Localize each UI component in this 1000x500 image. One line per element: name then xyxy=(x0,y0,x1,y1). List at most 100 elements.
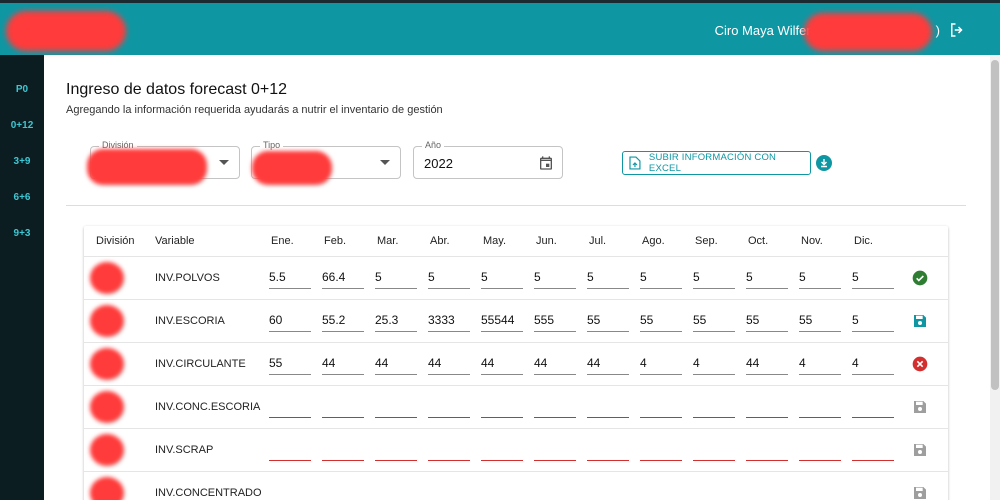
division-select[interactable]: División xyxy=(87,140,240,185)
month-input[interactable] xyxy=(428,439,470,461)
month-input[interactable]: 55 xyxy=(799,310,841,332)
month-input[interactable] xyxy=(852,396,894,418)
month-input[interactable]: 44 xyxy=(587,353,629,375)
month-input[interactable] xyxy=(799,439,841,461)
month-input[interactable]: 5 xyxy=(852,267,894,289)
header-month: Ago. xyxy=(642,235,665,247)
divider xyxy=(66,205,966,206)
division-redacted xyxy=(90,391,124,423)
month-input[interactable]: 4 xyxy=(693,353,735,375)
table-row: INV.SCRAP xyxy=(84,428,948,471)
month-input[interactable] xyxy=(481,439,523,461)
month-input[interactable]: 55 xyxy=(746,310,788,332)
division-redacted xyxy=(90,348,124,380)
month-input[interactable]: 44 xyxy=(375,353,417,375)
month-input[interactable] xyxy=(587,439,629,461)
month-input[interactable] xyxy=(587,482,629,500)
month-input[interactable]: 55 xyxy=(693,310,735,332)
sidebar-item-6-plus-6[interactable]: 6+6 xyxy=(0,180,44,216)
month-input[interactable]: 44 xyxy=(481,353,523,375)
month-input[interactable]: 66.4 xyxy=(322,267,364,289)
save-icon[interactable] xyxy=(912,313,928,329)
month-input[interactable] xyxy=(640,482,682,500)
month-input[interactable] xyxy=(534,396,576,418)
month-input[interactable]: 5 xyxy=(428,267,470,289)
upload-excel-button[interactable]: SUBIR INFORMACIÓN CON EXCEL xyxy=(622,151,811,175)
month-input[interactable] xyxy=(693,439,735,461)
month-input[interactable]: 5 xyxy=(852,310,894,332)
month-input[interactable] xyxy=(587,396,629,418)
month-input[interactable]: 4 xyxy=(640,353,682,375)
month-input[interactable] xyxy=(322,482,364,500)
month-input[interactable] xyxy=(799,482,841,500)
anio-field[interactable]: Año 2022 xyxy=(413,140,563,179)
month-input[interactable]: 5 xyxy=(746,267,788,289)
month-input[interactable] xyxy=(746,439,788,461)
save-disabled-icon xyxy=(912,485,928,500)
scrollbar-thumb[interactable] xyxy=(991,60,999,390)
month-input[interactable]: 5 xyxy=(587,267,629,289)
month-input[interactable]: 4 xyxy=(852,353,894,375)
month-input[interactable] xyxy=(375,439,417,461)
month-input[interactable] xyxy=(481,482,523,500)
anio-value: 2022 xyxy=(424,156,453,171)
month-input[interactable]: 25.3 xyxy=(375,310,417,332)
month-input[interactable]: 55 xyxy=(269,353,311,375)
month-input[interactable] xyxy=(269,439,311,461)
month-input[interactable] xyxy=(534,439,576,461)
month-input[interactable] xyxy=(534,482,576,500)
logout-icon[interactable] xyxy=(948,21,966,39)
month-input[interactable] xyxy=(746,482,788,500)
month-input[interactable]: 44 xyxy=(534,353,576,375)
sidebar-item-0-plus-12[interactable]: 0+12 xyxy=(0,108,44,144)
month-input[interactable] xyxy=(269,396,311,418)
month-input[interactable] xyxy=(322,439,364,461)
month-input[interactable] xyxy=(852,439,894,461)
month-input[interactable]: 55.2 xyxy=(322,310,364,332)
sidebar-item-9-plus-3[interactable]: 9+3 xyxy=(0,216,44,252)
month-input[interactable]: 55544 xyxy=(481,310,523,332)
header-month: May. xyxy=(483,235,507,247)
month-input[interactable]: 4 xyxy=(799,353,841,375)
month-input[interactable]: 555 xyxy=(534,310,576,332)
month-input[interactable]: 5 xyxy=(534,267,576,289)
month-input[interactable]: 55 xyxy=(587,310,629,332)
month-input[interactable] xyxy=(375,482,417,500)
header-month: Feb. xyxy=(324,235,347,247)
month-input[interactable] xyxy=(428,482,470,500)
month-input[interactable]: 44 xyxy=(746,353,788,375)
month-input[interactable]: 5 xyxy=(481,267,523,289)
variable-name: INV.SCRAP xyxy=(155,444,214,456)
tipo-select[interactable]: Tipo xyxy=(251,140,401,185)
month-input[interactable]: 55 xyxy=(640,310,682,332)
month-input[interactable] xyxy=(428,396,470,418)
month-input[interactable]: 44 xyxy=(322,353,364,375)
month-input[interactable] xyxy=(746,396,788,418)
month-input[interactable]: 60 xyxy=(269,310,311,332)
header-month: Sep. xyxy=(695,235,718,247)
sidebar-item-3-plus-9[interactable]: 3+9 xyxy=(0,144,44,180)
month-input[interactable] xyxy=(799,396,841,418)
month-input[interactable] xyxy=(640,439,682,461)
month-input[interactable]: 5 xyxy=(799,267,841,289)
month-input[interactable]: 44 xyxy=(428,353,470,375)
chevron-down-icon xyxy=(380,160,390,165)
month-input[interactable] xyxy=(481,396,523,418)
scrollbar[interactable] xyxy=(990,55,1000,500)
sidebar-item-p0[interactable]: P0 xyxy=(0,72,44,108)
month-input[interactable]: 5 xyxy=(375,267,417,289)
download-icon[interactable] xyxy=(816,155,832,171)
month-input[interactable]: 3333 xyxy=(428,310,470,332)
month-input[interactable]: 5 xyxy=(640,267,682,289)
month-input[interactable] xyxy=(852,482,894,500)
month-input[interactable] xyxy=(693,396,735,418)
month-input[interactable] xyxy=(640,396,682,418)
top-app-bar: Ciro Maya Wilfer (C ) xyxy=(0,0,1000,55)
month-input[interactable] xyxy=(693,482,735,500)
month-input[interactable] xyxy=(269,482,311,500)
month-input[interactable]: 5.5 xyxy=(269,267,311,289)
month-input[interactable] xyxy=(322,396,364,418)
calendar-icon[interactable] xyxy=(538,154,554,172)
month-input[interactable]: 5 xyxy=(693,267,735,289)
month-input[interactable] xyxy=(375,396,417,418)
